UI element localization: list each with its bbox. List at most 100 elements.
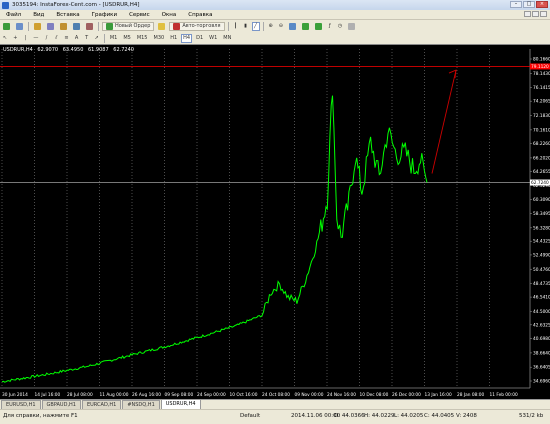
zoom-out-button[interactable]: ⊖ xyxy=(277,22,285,31)
templates-button[interactable] xyxy=(346,22,357,31)
horizontal-line-button[interactable]: — xyxy=(31,34,40,43)
time-tick-label: 09 Sep 08:00 xyxy=(165,392,194,398)
timeframe-d1[interactable]: D1 xyxy=(194,34,205,43)
menu-tools[interactable]: Сервис xyxy=(123,12,156,18)
horizontal-line-icon: — xyxy=(33,35,39,41)
label-button[interactable]: T xyxy=(83,34,91,43)
metaeditor-icon xyxy=(158,22,166,30)
tester-icon xyxy=(86,22,93,30)
timeframe-m30[interactable]: M30 xyxy=(152,34,167,43)
tile-icon xyxy=(288,22,296,30)
price-tick-label: 72.1830 xyxy=(533,113,550,119)
time-tick-label: 14 Jul 16:00 xyxy=(35,392,61,398)
trendline-icon: / xyxy=(45,35,48,41)
cursor-icon: ↖ xyxy=(3,35,8,41)
menu-file[interactable]: Файл xyxy=(0,12,27,18)
market-watch-button[interactable] xyxy=(32,22,43,31)
price-tick-label: 52.4990 xyxy=(533,252,550,258)
price-tick-label: 36.6405 xyxy=(533,365,550,371)
status-high: H: 44.0229 xyxy=(364,413,395,419)
tile-windows-button[interactable] xyxy=(287,22,298,31)
price-tick-label: 44.5000 xyxy=(533,309,550,315)
price-tick-label: 46.5410 xyxy=(533,295,550,301)
tester-button[interactable] xyxy=(84,22,95,31)
vertical-line-button[interactable]: | xyxy=(21,34,29,43)
time-tick-label: 10 Dec 08:00 xyxy=(360,392,389,398)
new-chart-button[interactable] xyxy=(1,22,12,31)
status-low: L: 44.0205 xyxy=(394,413,424,419)
auto-trading-icon xyxy=(173,22,181,30)
tab-nsdq[interactable]: #NSDQ,H1 xyxy=(122,400,160,409)
timeframe-m15[interactable]: M15 xyxy=(135,34,150,43)
price-tick-label: 38.6640 xyxy=(533,350,550,356)
time-tick-label: 26 Aug 16:00 xyxy=(132,392,161,398)
menu-window[interactable]: Окна xyxy=(156,12,183,18)
mdi-restore-button[interactable] xyxy=(532,11,539,17)
tab-gbpaud[interactable]: GBPAUD,H1 xyxy=(41,400,81,409)
tab-eurusd[interactable]: EURUSD,H1 xyxy=(1,400,41,409)
time-tick-label: 11 Aug 00:00 xyxy=(100,392,129,398)
menu-charts[interactable]: Графики xyxy=(86,12,123,18)
line-chart-button[interactable]: ╱ xyxy=(251,21,260,31)
price-tick-label: 80.1660 xyxy=(533,57,550,63)
navigator-button[interactable] xyxy=(58,22,69,31)
crosshair-button[interactable]: + xyxy=(11,34,19,43)
text-button[interactable]: A xyxy=(73,34,81,43)
zoom-in-button[interactable]: ⊕ xyxy=(267,22,275,31)
menu-view[interactable]: Вид xyxy=(27,12,50,18)
terminal-button[interactable] xyxy=(71,22,82,31)
price-tick-label: 70.1610 xyxy=(533,127,550,133)
mdi-minimize-button[interactable] xyxy=(524,11,531,17)
chart-window[interactable]: 30 Jun 2014 14 Jul 16:00 28 Jul 08:00 11 Au… xyxy=(0,44,550,400)
tab-eurcad[interactable]: EURCAD,H1 xyxy=(81,400,122,409)
indicators-button[interactable]: ƒ xyxy=(326,22,334,31)
time-tick-label: 30 Jun 2014 xyxy=(2,392,28,398)
timeframe-h4[interactable]: H4 xyxy=(181,33,193,43)
tab-usdrur[interactable]: USDRUR,H4 xyxy=(160,399,201,409)
close-button[interactable]: × xyxy=(536,1,548,8)
new-order-icon xyxy=(106,22,113,30)
periods-button[interactable]: ◷ xyxy=(336,22,344,31)
profiles-button[interactable] xyxy=(14,22,25,31)
timeframe-mn[interactable]: MN xyxy=(221,34,233,43)
timeframe-h1[interactable]: H1 xyxy=(168,34,179,43)
window-title: 3035194: InstaForex-Cent.com - [USDRUR,H… xyxy=(12,2,140,8)
status-close: C: 44.0405 xyxy=(424,413,455,419)
candle-chart-button[interactable]: ▮ xyxy=(242,22,250,31)
arrows-button[interactable]: ➚ xyxy=(93,34,101,43)
fibonacci-icon: ≡ xyxy=(64,35,69,41)
price-tick-label: 50.4760 xyxy=(533,267,550,273)
price-chart[interactable]: 30 Jun 2014 14 Jul 16:00 28 Jul 08:00 11 Au… xyxy=(0,45,550,400)
metaeditor-button[interactable] xyxy=(156,22,167,31)
chart-shift-button[interactable] xyxy=(313,22,324,31)
new-order-button[interactable]: Новый Ордер xyxy=(102,21,155,31)
mdi-controls xyxy=(524,11,547,17)
price-tick-label: 54.4325 xyxy=(533,239,550,245)
price-tick-label: 64.2655 xyxy=(533,169,550,175)
timeframe-m1[interactable]: M1 xyxy=(108,34,120,43)
chart-high: 63.4950 xyxy=(62,47,84,53)
autoscroll-button[interactable] xyxy=(300,22,311,31)
auto-trading-button[interactable]: Авто-торговля xyxy=(169,21,225,31)
bid-price-label: 62.7240 xyxy=(531,180,549,186)
terminal-icon xyxy=(73,22,80,30)
timeframe-m5[interactable]: M5 xyxy=(121,34,133,43)
menu-insert[interactable]: Вставка xyxy=(50,12,85,18)
mdi-close-button[interactable] xyxy=(540,11,547,17)
data-window-button[interactable] xyxy=(45,22,56,31)
minimize-button[interactable]: – xyxy=(510,1,522,8)
auto-trading-label: Авто-торговля xyxy=(182,23,221,29)
status-help: Для справки, нажмите F1 xyxy=(3,413,78,419)
profiles-icon xyxy=(16,22,23,30)
price-tick-label: 76.1415 xyxy=(533,85,550,91)
time-tick-label: 09 Nov 00:00 xyxy=(295,392,324,398)
bar-chart-button[interactable]: ┃ xyxy=(232,22,240,31)
trendline-button[interactable]: / xyxy=(42,34,50,43)
maximize-button[interactable]: □ xyxy=(523,1,535,8)
price-tick-label: 34.6960 xyxy=(533,379,550,385)
channel-button[interactable]: ⫽ xyxy=(52,34,60,43)
cursor-button[interactable]: ↖ xyxy=(1,34,9,43)
menu-help[interactable]: Справка xyxy=(182,12,218,18)
timeframe-w1[interactable]: W1 xyxy=(207,34,219,43)
fibonacci-button[interactable]: ≡ xyxy=(62,34,70,43)
